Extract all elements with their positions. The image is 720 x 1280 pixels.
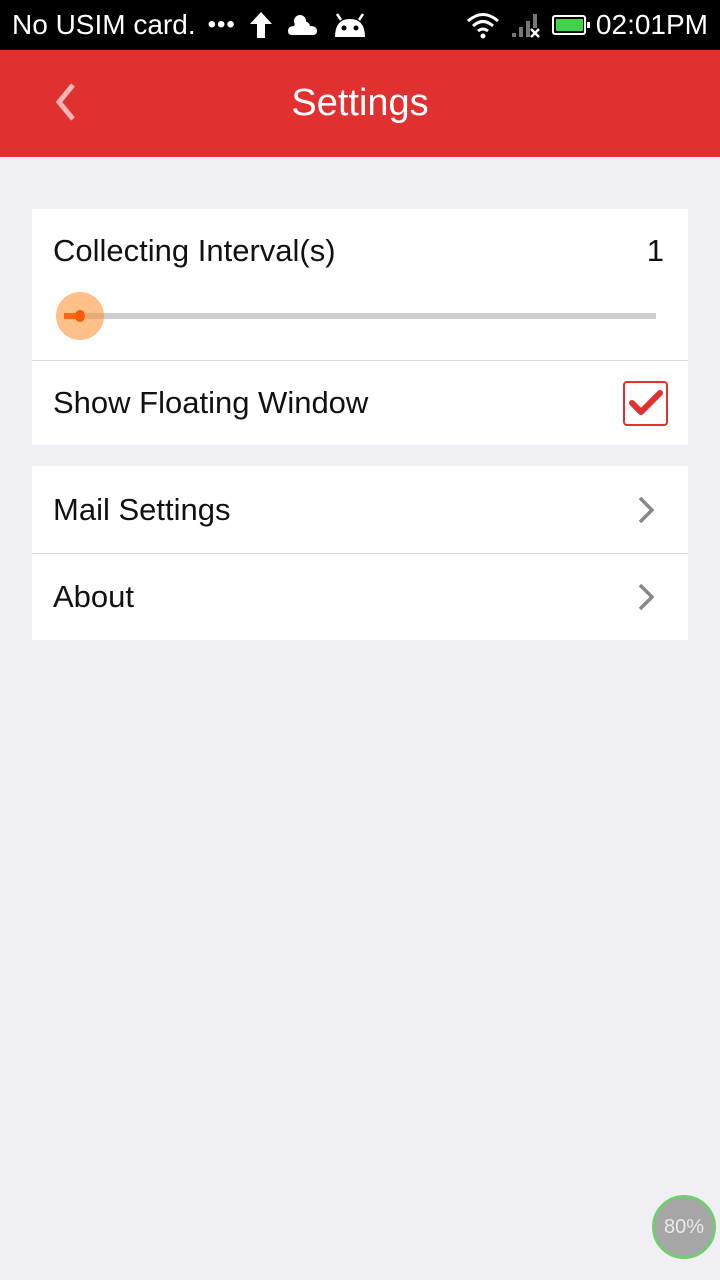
signal-no-sim-icon — [510, 11, 542, 39]
wifi-icon — [466, 11, 500, 39]
show-floating-window-label: Show Floating Window — [53, 385, 369, 420]
notification-dots: ••• — [207, 11, 236, 38]
battery-icon — [551, 15, 590, 35]
show-floating-window-checkbox[interactable] — [623, 380, 668, 426]
chevron-right-icon — [634, 495, 658, 525]
collecting-interval-value: 1 — [646, 233, 664, 268]
about-row[interactable]: About — [32, 554, 688, 640]
app-bar: Settings — [0, 50, 720, 157]
status-bar-right: 02:01PM — [466, 9, 708, 41]
status-time: 02:01PM — [595, 9, 708, 40]
page-title: Settings — [291, 82, 429, 124]
mail-settings-label: Mail Settings — [53, 491, 231, 527]
interval-slider-thumb-core — [75, 310, 85, 322]
upload-arrow-icon — [248, 10, 274, 40]
interval-slider-track[interactable] — [66, 313, 656, 319]
status-bar-left: No USIM card. ••• — [12, 9, 368, 41]
battery-level-fill — [555, 19, 583, 31]
memory-usage-badge[interactable]: 80% — [652, 1195, 716, 1259]
show-floating-window-row[interactable]: Show Floating Window — [32, 361, 688, 445]
checkmark-icon — [628, 390, 663, 415]
collecting-interval-row: Collecting Interval(s) 1 — [32, 209, 688, 360]
collecting-interval-label: Collecting Interval(s) — [53, 233, 336, 268]
memory-usage-text: 80% — [663, 1215, 705, 1238]
back-button[interactable] — [40, 74, 90, 134]
carrier-text: No USIM card. — [12, 9, 196, 40]
android-icon — [332, 11, 368, 39]
status-bar: No USIM card. ••• 02:01PM — [0, 0, 720, 50]
chevron-left-icon — [53, 82, 77, 127]
general-settings-card: Collecting Interval(s) 1 Show Floating W… — [32, 209, 688, 445]
chevron-right-icon — [634, 582, 658, 612]
mail-settings-row[interactable]: Mail Settings — [32, 466, 688, 553]
weather-cloud-icon — [286, 11, 320, 39]
navigation-card: Mail Settings About — [32, 466, 688, 640]
about-label: About — [53, 579, 135, 614]
